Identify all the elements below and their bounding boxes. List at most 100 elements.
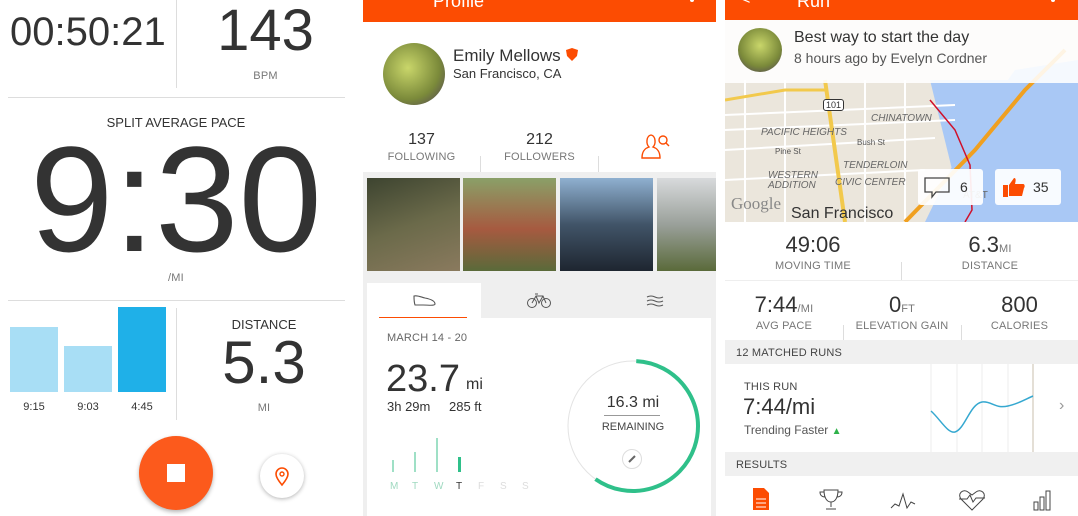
day-label: T (456, 481, 463, 492)
day-label: S (522, 481, 529, 492)
stop-button[interactable] (139, 436, 213, 510)
comment-icon (924, 177, 950, 199)
pace-unit: /MI (168, 272, 184, 284)
map-label: Bush St (857, 138, 886, 147)
app-bar: Profile (363, 0, 716, 22)
day-label: W (434, 481, 444, 492)
split-label: 9:15 (23, 401, 45, 413)
week-distance: 23.7 (386, 358, 460, 400)
moving-time: 49:06 (785, 232, 841, 257)
distance-unit: MI (257, 402, 271, 414)
results-icon[interactable] (753, 488, 769, 510)
kudos-count: 35 (1033, 179, 1049, 195)
athlete-avatar[interactable] (738, 28, 782, 72)
thumbs-up-icon (1003, 178, 1025, 197)
premium-shield-icon (566, 48, 578, 61)
this-run-pace: 7:44/mi (743, 394, 816, 419)
map-label: TENDERLOIN (843, 160, 908, 171)
day-bar (436, 438, 438, 472)
moving-time-label: MOVING TIME (775, 260, 851, 272)
trend: Trending Faster ▲ (744, 423, 842, 437)
day-label: S (500, 481, 507, 492)
photo-thumbnail[interactable] (367, 178, 460, 271)
followers-label[interactable]: FOLLOWERS (481, 151, 598, 163)
heart-rate-unit: BPM (253, 70, 278, 82)
screen-title: Run (797, 0, 831, 11)
comments-button[interactable]: 6 (918, 169, 983, 205)
photo-thumbnail[interactable] (560, 178, 653, 271)
swim-icon (646, 295, 664, 307)
map-label: CIVIC CENTER (835, 177, 906, 188)
day-label: M (390, 481, 399, 492)
followers-count[interactable]: 212 (481, 131, 598, 149)
more-icon[interactable] (690, 0, 694, 2)
elevation-stat: 0FT (843, 292, 961, 318)
week-time: 3h 29m (387, 399, 431, 414)
pace-stat: 7:44/MI (725, 292, 843, 318)
distance-value: 6.3 (968, 232, 999, 257)
back-icon[interactable]: < (741, 0, 750, 9)
elevation-unit: FT (901, 303, 916, 315)
pace-unit: /MI (797, 303, 814, 315)
find-friends-icon[interactable] (639, 130, 673, 160)
avatar[interactable] (383, 43, 445, 105)
screen-title: Profile (433, 0, 485, 11)
edit-goal-button[interactable] (622, 449, 642, 469)
location-button[interactable] (260, 454, 304, 498)
day-bar (414, 451, 416, 472)
trophy-icon[interactable] (819, 489, 843, 510)
this-run-label: THIS RUN (744, 381, 798, 393)
distance-label: DISTANCE (961, 260, 1019, 272)
following-count[interactable]: 137 (363, 131, 480, 149)
split-bar (10, 327, 58, 392)
remaining-label: REMAINING (601, 421, 665, 433)
map-label: Pine St (775, 147, 801, 156)
distance-unit: MI (998, 243, 1012, 255)
pace-label: AVG PACE (755, 320, 813, 332)
map-label: CHINATOWN (871, 113, 932, 124)
following-label[interactable]: FOLLOWING (363, 151, 480, 163)
elevation-label: ELEVATION GAIN (855, 320, 949, 332)
bike-icon (527, 293, 551, 308)
split-bar (64, 346, 112, 392)
tab-ride[interactable] (481, 283, 598, 319)
kudos-button[interactable]: 35 (995, 169, 1061, 205)
day-label: F (478, 481, 485, 492)
week-range: MARCH 14 - 20 (387, 332, 468, 344)
week-distance-unit: mi (466, 376, 483, 393)
analysis-icon[interactable] (1033, 490, 1051, 511)
shoe-icon (413, 295, 436, 306)
matched-runs-row[interactable]: THIS RUN 7:44/mi Trending Faster ▲ › (725, 364, 1078, 452)
highway-shield: 101 (823, 99, 845, 111)
comment-count: 6 (960, 179, 968, 195)
trend-up-icon: ▲ (831, 426, 842, 437)
app-bar: < Run (725, 0, 1078, 20)
calories-value: 800 (1001, 292, 1038, 317)
matched-runs-chart (930, 364, 1034, 452)
split-label: 9:03 (77, 401, 99, 413)
tab-swim[interactable] (598, 283, 716, 319)
distance-value: 5.3 (222, 329, 306, 396)
map-label: PACIFIC HEIGHTS (761, 127, 847, 138)
chevron-right-icon[interactable]: › (1059, 397, 1064, 415)
photo-thumbnail[interactable] (657, 178, 716, 271)
map-label: ADDITION (768, 180, 816, 191)
activity-screen: PACIFIC HEIGHTS CHINATOWN 101 Pine St Bu… (725, 0, 1078, 516)
tab-run[interactable] (367, 283, 481, 319)
recording-screen: 00:50:21 143 BPM SPLIT AVERAGE PACE 9:30… (0, 0, 355, 516)
elevation-value: 0 (888, 292, 902, 317)
activity-tab-bar (753, 488, 1051, 511)
segments-icon[interactable] (890, 492, 916, 510)
heart-rate-icon[interactable] (959, 490, 985, 511)
more-icon[interactable] (1051, 0, 1055, 2)
heart-rate: 143 (217, 0, 314, 63)
profile-name: Emily Mellows (453, 46, 561, 65)
trend-label: Trending Faster (744, 423, 829, 437)
day-bar (392, 460, 394, 472)
photo-thumbnail[interactable] (463, 178, 556, 271)
day-bar (458, 456, 461, 472)
results-header: RESULTS (736, 459, 788, 471)
calories-label: CALORIES (990, 320, 1049, 332)
distance-stat: 6.3MI (902, 232, 1078, 258)
remaining-distance: 16.3 mi (606, 394, 660, 411)
